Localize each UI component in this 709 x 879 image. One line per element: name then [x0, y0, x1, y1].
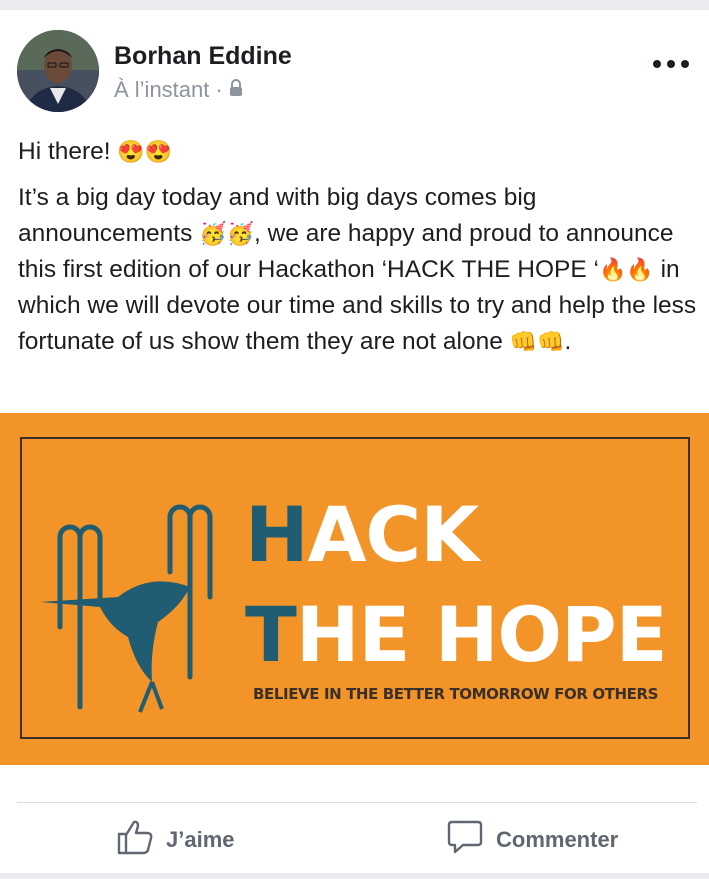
fire-emoji: 🔥🔥 — [598, 257, 654, 282]
hummingbird-logo-icon — [40, 504, 213, 713]
thumbs-up-icon — [116, 818, 154, 862]
meta-separator: · — [215, 77, 223, 102]
actions-divider — [17, 802, 697, 803]
banner-title-line2: THE HOPE — [245, 590, 668, 679]
body-end: . — [564, 328, 572, 355]
avatar[interactable] — [17, 30, 99, 112]
banner-tagline: BELIEVE IN THE BETTER TOMORROW FOR OTHER… — [253, 685, 659, 703]
comment-label: Commenter — [496, 827, 619, 852]
like-label: J’aime — [166, 827, 235, 852]
heart-eyes-emoji: 😍😍 — [117, 139, 173, 164]
post-meta: À l’instant · — [114, 77, 243, 103]
author-name[interactable]: Borhan Eddine — [114, 42, 292, 71]
lock-icon — [229, 77, 243, 103]
post-body: It’s a big day today and with big days c… — [18, 180, 698, 360]
greeting-text: Hi there! — [18, 138, 111, 165]
post-timestamp[interactable]: À l’instant — [114, 77, 209, 103]
comment-bubble-icon — [446, 818, 484, 862]
more-options-icon[interactable] — [653, 56, 689, 72]
post-image-banner[interactable]: HACK THE HOPE BELIEVE IN THE BETTER TOMO… — [0, 413, 709, 765]
feed-separator — [0, 873, 709, 879]
post-greeting: Hi there! 😍😍 — [18, 134, 698, 170]
comment-button[interactable]: Commenter — [446, 815, 618, 865]
fist-emoji: 👊👊 — [509, 329, 565, 354]
post-text: Hi there! 😍😍 It’s a big day today and wi… — [18, 134, 698, 360]
post-card: Borhan Eddine À l’instant · Hi there! 😍😍… — [0, 10, 709, 873]
banner-title-line1: HACK — [245, 490, 479, 579]
like-button[interactable]: J’aime — [116, 815, 235, 865]
party-emoji: 🥳🥳 — [199, 221, 254, 246]
